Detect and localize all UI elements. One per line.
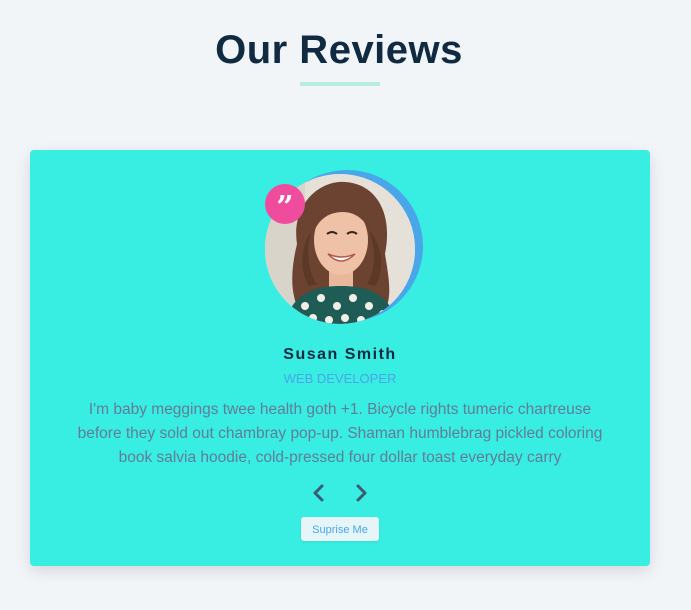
next-button[interactable] (346, 478, 376, 508)
surprise-me-button[interactable]: Suprise Me (301, 517, 379, 541)
chevron-right-icon (356, 484, 367, 502)
author-name: Susan Smith (283, 346, 397, 363)
reviews-page: Our Reviews ” Susan Smith WEB DEVELOPER … (0, 0, 691, 610)
navigation-buttons (30, 478, 650, 508)
prev-button[interactable] (304, 478, 334, 508)
title-underline (300, 82, 380, 86)
review-text: I'm baby meggings twee health goth +1. B… (77, 401, 603, 466)
review-card: ” Susan Smith WEB DEVELOPER I'm baby meg… (30, 150, 650, 566)
chevron-left-icon (313, 484, 324, 502)
page-title: Our Reviews (215, 28, 463, 72)
author-job: WEB DEVELOPER (283, 371, 397, 386)
image-container: ” (265, 170, 423, 324)
quote-icon: ” (265, 184, 305, 225)
